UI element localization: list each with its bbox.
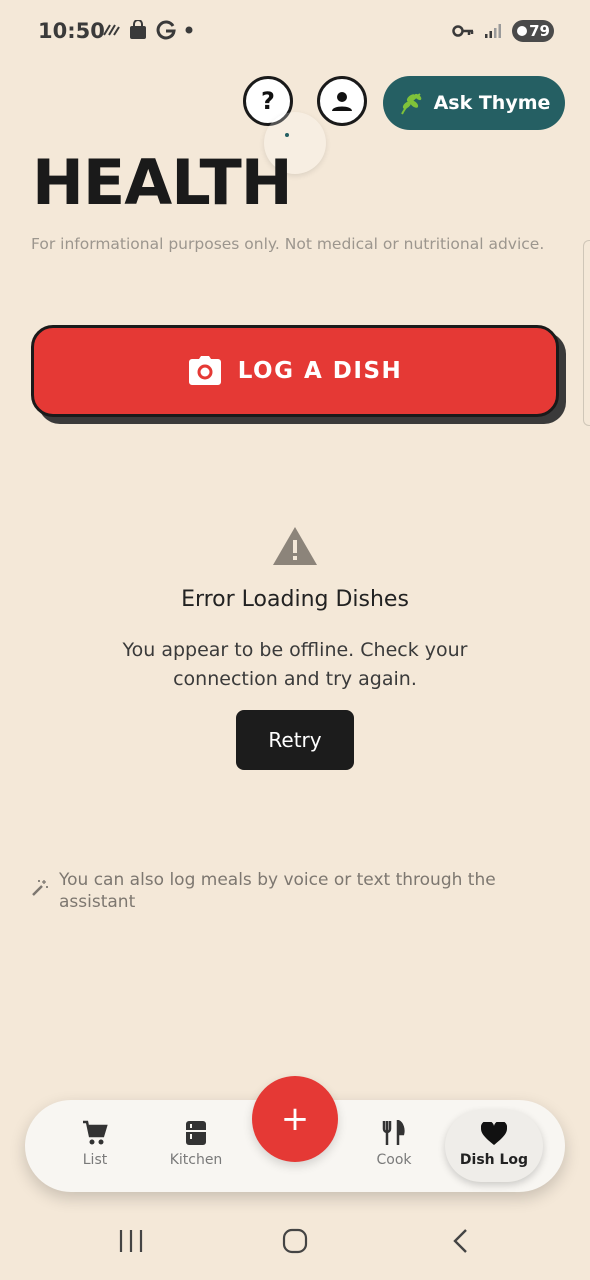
status-time: 10:50 (38, 19, 105, 43)
nav-label-cook: Cook (376, 1152, 412, 1168)
fridge-icon (186, 1121, 206, 1145)
battery-level: 79 (529, 22, 550, 40)
cart-icon (83, 1120, 108, 1145)
nav-item-list[interactable]: List (55, 1120, 135, 1168)
error-title: Error Loading Dishes (181, 587, 409, 612)
battery-indicator: 79 (512, 20, 554, 42)
error-state: Error Loading Dishes You appear to be of… (0, 525, 590, 770)
plus-icon: + (280, 1099, 310, 1139)
error-message: You appear to be offline. Check your con… (122, 639, 468, 690)
system-navigation-bar (0, 1210, 590, 1280)
nav-label-dish-log: Dish Log (459, 1152, 529, 1168)
notification-dot-icon (185, 26, 193, 34)
vpn-key-icon (452, 25, 474, 37)
herb-leaf-icon (400, 93, 421, 115)
add-button[interactable]: + (252, 1076, 338, 1162)
nav-label-list: List (82, 1152, 108, 1168)
disclaimer-text: For informational purposes only. Not med… (31, 235, 545, 253)
heart-icon (481, 1122, 507, 1145)
nav-item-kitchen[interactable]: Kitchen (156, 1120, 236, 1168)
battery-saver-icon (517, 26, 527, 36)
warning-icon (273, 527, 317, 565)
spinner-dot (285, 133, 289, 137)
status-bar: 10:50 79 (0, 0, 590, 64)
profile-button[interactable] (317, 76, 367, 126)
ask-thyme-button[interactable]: Ask Thyme (383, 76, 565, 130)
retry-button[interactable]: Retry (236, 710, 354, 770)
magic-wand-icon (32, 880, 48, 896)
cell-signal-icon (485, 24, 501, 38)
fork-knife-icon (382, 1120, 405, 1145)
person-icon (332, 92, 352, 111)
log-dish-button[interactable]: LOG A DISH (31, 325, 559, 417)
recent-apps-icon[interactable] (118, 1228, 144, 1254)
nav-item-dish-log[interactable]: Dish Log (445, 1110, 543, 1182)
back-icon[interactable] (450, 1228, 472, 1254)
help-icon: ? (261, 87, 275, 115)
google-g-icon (156, 20, 176, 40)
camera-icon (188, 356, 221, 385)
status-right-icons: 79 (452, 20, 554, 42)
status-notification-icons (102, 20, 193, 40)
page-title: HEALTH (32, 146, 293, 219)
nav-label-kitchen: Kitchen (169, 1152, 223, 1168)
assistant-hint-text: You can also log meals by voice or text … (59, 870, 496, 912)
nav-item-cook[interactable]: Cook (354, 1120, 434, 1168)
home-icon[interactable] (282, 1228, 308, 1254)
shopping-bag-icon (130, 20, 146, 39)
signal-lines-icon (103, 24, 120, 36)
edge-panel-handle[interactable] (583, 240, 590, 426)
assistant-hint: You can also log meals by voice or text … (31, 869, 551, 913)
log-dish-label: LOG A DISH (237, 358, 403, 384)
ask-thyme-label: Ask Thyme (433, 92, 551, 114)
